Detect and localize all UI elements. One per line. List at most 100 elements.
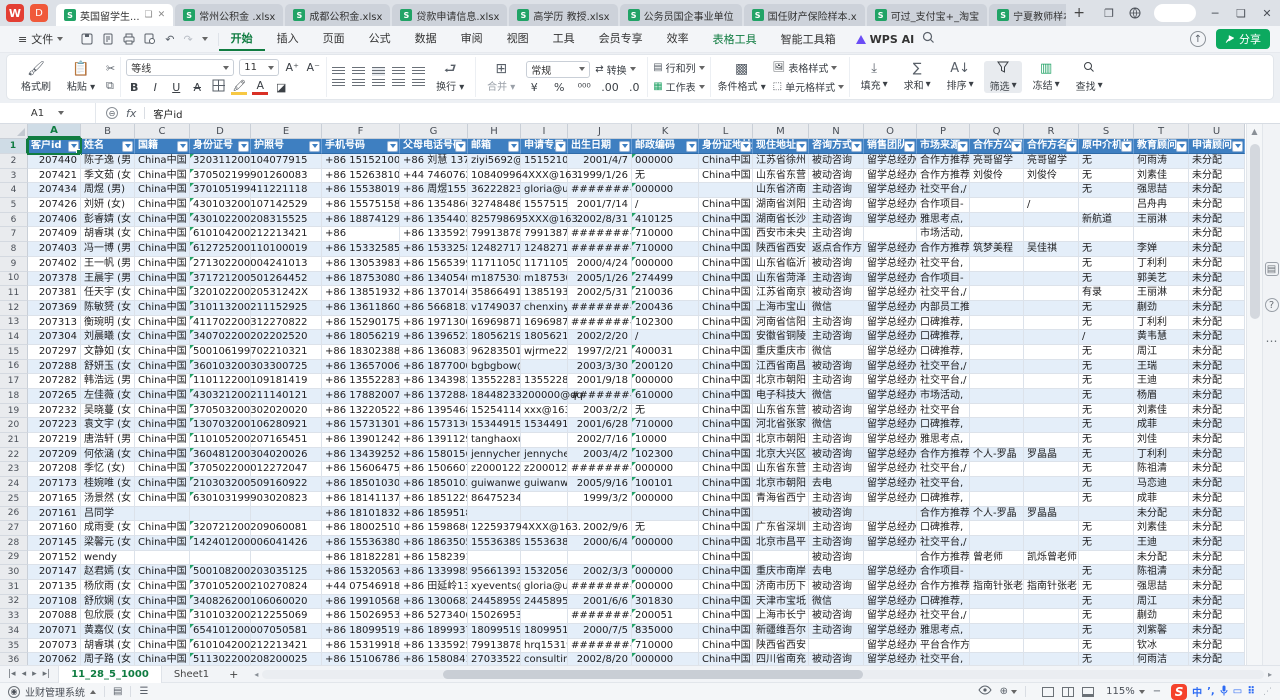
cell-S16[interactable]: 无 bbox=[1079, 360, 1134, 375]
cell-G6[interactable]: +86 1354402198 bbox=[400, 213, 468, 228]
cell-S21[interactable]: 无 bbox=[1079, 433, 1134, 448]
justify-icon[interactable] bbox=[392, 79, 405, 88]
cell-N36[interactable]: 被动咨询 bbox=[809, 653, 864, 665]
cell-A22[interactable]: 207209 bbox=[28, 448, 81, 463]
cell-I11[interactable]: 138519326 bbox=[521, 286, 568, 301]
save-icon[interactable] bbox=[81, 33, 93, 45]
cell-N11[interactable]: 被动咨询 bbox=[809, 286, 864, 301]
cell-Q26[interactable]: 个人-罗晶 bbox=[970, 507, 1024, 522]
cell-U23[interactable]: 未分配 bbox=[1189, 462, 1245, 477]
cell-F30[interactable]: +86 15320563 bbox=[322, 565, 400, 580]
cell-C27[interactable]: China中国 bbox=[135, 521, 190, 536]
cell-D34[interactable]: 654101200007050581 bbox=[190, 624, 251, 639]
filter-dropdown-icon[interactable] bbox=[619, 141, 630, 152]
cell-C14[interactable]: China中国 bbox=[135, 330, 190, 345]
cell-A33[interactable]: 207088 bbox=[28, 609, 81, 624]
cell-O34[interactable]: 留学总经办 bbox=[864, 624, 917, 639]
cell-J31[interactable]: ######## bbox=[568, 580, 632, 595]
cut-icon[interactable]: ✂ bbox=[106, 62, 115, 75]
file-menu[interactable]: ≡ 文件 bbox=[10, 31, 71, 47]
cell-S12[interactable]: 无 bbox=[1079, 301, 1134, 316]
cell-Q7[interactable] bbox=[970, 227, 1024, 242]
sheet-tab-11_28_5_1000[interactable]: 11_28_5_1000 bbox=[58, 666, 162, 683]
panel-icon[interactable]: ▤ bbox=[1265, 262, 1279, 276]
cell-H14[interactable]: 180562199 bbox=[468, 330, 521, 345]
cell-R6[interactable] bbox=[1024, 213, 1079, 228]
add-sheet-button[interactable]: + bbox=[221, 668, 246, 681]
redo-icon[interactable]: ↷ bbox=[183, 33, 192, 46]
column-header-I[interactable]: I bbox=[521, 124, 568, 138]
cell-M19[interactable]: 山东省东营 bbox=[753, 404, 809, 419]
cell-F13[interactable]: +86 15290175 bbox=[322, 316, 400, 331]
filter-dropdown-icon[interactable] bbox=[957, 141, 968, 152]
cell-J7[interactable]: ######## bbox=[568, 227, 632, 242]
cell-I35[interactable]: hrq153199 bbox=[521, 639, 568, 654]
column-header-Q[interactable]: Q bbox=[970, 124, 1024, 138]
cell-Q10[interactable] bbox=[970, 272, 1024, 287]
header-cell-B1[interactable]: 姓名 bbox=[81, 139, 135, 154]
cell-R23[interactable] bbox=[1024, 462, 1079, 477]
menu-item-审阅[interactable]: 审阅 bbox=[449, 27, 495, 51]
cell-D11[interactable]: 32010220020531242X bbox=[190, 286, 251, 301]
cell-U35[interactable]: 未分配 bbox=[1189, 639, 1245, 654]
cell-U29[interactable]: 未分配 bbox=[1189, 551, 1245, 566]
undo-icon[interactable]: ↶ bbox=[165, 33, 174, 46]
row-header-5[interactable]: 5 bbox=[0, 198, 28, 213]
cell-G10[interactable]: +86 1340540988 bbox=[400, 272, 468, 287]
cell-P11[interactable]: 社交平台,/ bbox=[917, 286, 970, 301]
indent-decrease-icon[interactable] bbox=[392, 67, 405, 76]
cell-J12[interactable]: ######## bbox=[568, 301, 632, 316]
header-cell-I1[interactable]: 申请专用 bbox=[521, 139, 568, 154]
cell-A11[interactable]: 207381 bbox=[28, 286, 81, 301]
cell-T8[interactable]: 李婵 bbox=[1134, 242, 1189, 257]
cell-H18[interactable]: 18448233200000@qq bbox=[468, 389, 521, 404]
cell-F28[interactable]: +86 15536380 bbox=[322, 536, 400, 551]
cell-U19[interactable]: 未分配 bbox=[1189, 404, 1245, 419]
cell-O35[interactable]: 留学总经办 bbox=[864, 639, 917, 654]
cell-P24[interactable]: 社交平台, bbox=[917, 477, 970, 492]
row-header-8[interactable]: 8 bbox=[0, 242, 28, 257]
cell-F23[interactable]: +86 15606475 bbox=[322, 462, 400, 477]
row-header-10[interactable]: 10 bbox=[0, 272, 28, 287]
cell-C4[interactable]: China中国 bbox=[135, 183, 190, 198]
underline-button[interactable]: U bbox=[168, 81, 184, 94]
cell-G17[interactable]: +86 1343982452 bbox=[400, 374, 468, 389]
cell-F14[interactable]: +86 18056219 bbox=[322, 330, 400, 345]
globe-icon[interactable] bbox=[1122, 2, 1148, 24]
cell-O25[interactable]: 留学总经办 bbox=[864, 492, 917, 507]
cell-D8[interactable]: 612725200110100019 bbox=[190, 242, 251, 257]
cell-J30[interactable]: 2002/3/3 bbox=[568, 565, 632, 580]
align-bottom-icon[interactable] bbox=[372, 67, 385, 76]
cell-C31[interactable]: China中国 bbox=[135, 580, 190, 595]
cell-H19[interactable]: 152541145 bbox=[468, 404, 521, 419]
cell-M11[interactable]: 江苏省南京 bbox=[753, 286, 809, 301]
cell-K19[interactable]: 无 bbox=[632, 404, 699, 419]
cell-L18[interactable]: China中国 bbox=[699, 389, 753, 404]
finance-system-widget[interactable]: ◉ 业财管理系统 bbox=[8, 684, 96, 699]
cell-T20[interactable]: 成菲 bbox=[1134, 418, 1189, 433]
cell-A28[interactable]: 207145 bbox=[28, 536, 81, 551]
cell-D7[interactable]: 610104200212213421 bbox=[190, 227, 251, 242]
cell-Q5[interactable] bbox=[970, 198, 1024, 213]
print-icon[interactable] bbox=[123, 33, 135, 45]
cell-C5[interactable]: China中国 bbox=[135, 198, 190, 213]
cell-C6[interactable]: China中国 bbox=[135, 213, 190, 228]
currency-format-icon[interactable]: ¥ bbox=[526, 81, 542, 94]
cell-U20[interactable]: 未分配 bbox=[1189, 418, 1245, 433]
cell-O32[interactable]: 留学总经办 bbox=[864, 595, 917, 610]
cell-U30[interactable]: 未分配 bbox=[1189, 565, 1245, 580]
cell-M16[interactable]: 江西省南昌 bbox=[753, 360, 809, 375]
cell-C8[interactable]: China中国 bbox=[135, 242, 190, 257]
cell-Q24[interactable] bbox=[970, 477, 1024, 492]
cell-R26[interactable]: 罗晶晶 bbox=[1024, 507, 1079, 522]
menu-item-工具[interactable]: 工具 bbox=[541, 27, 587, 51]
comma-format-icon[interactable]: ⁰⁰⁰ bbox=[576, 81, 592, 94]
cell-H34[interactable]: 180995191 bbox=[468, 624, 521, 639]
cell-U2[interactable]: 未分配 bbox=[1189, 154, 1245, 169]
help-icon[interactable]: ? bbox=[1265, 298, 1279, 312]
cell-M34[interactable]: 新疆维吾尔 bbox=[753, 624, 809, 639]
cell-N16[interactable]: 被动咨询 bbox=[809, 360, 864, 375]
sogou-logo-icon[interactable]: S bbox=[1171, 684, 1187, 700]
cell-P30[interactable]: 合作项目- bbox=[917, 565, 970, 580]
cell-M10[interactable]: 山东省菏泽 bbox=[753, 272, 809, 287]
